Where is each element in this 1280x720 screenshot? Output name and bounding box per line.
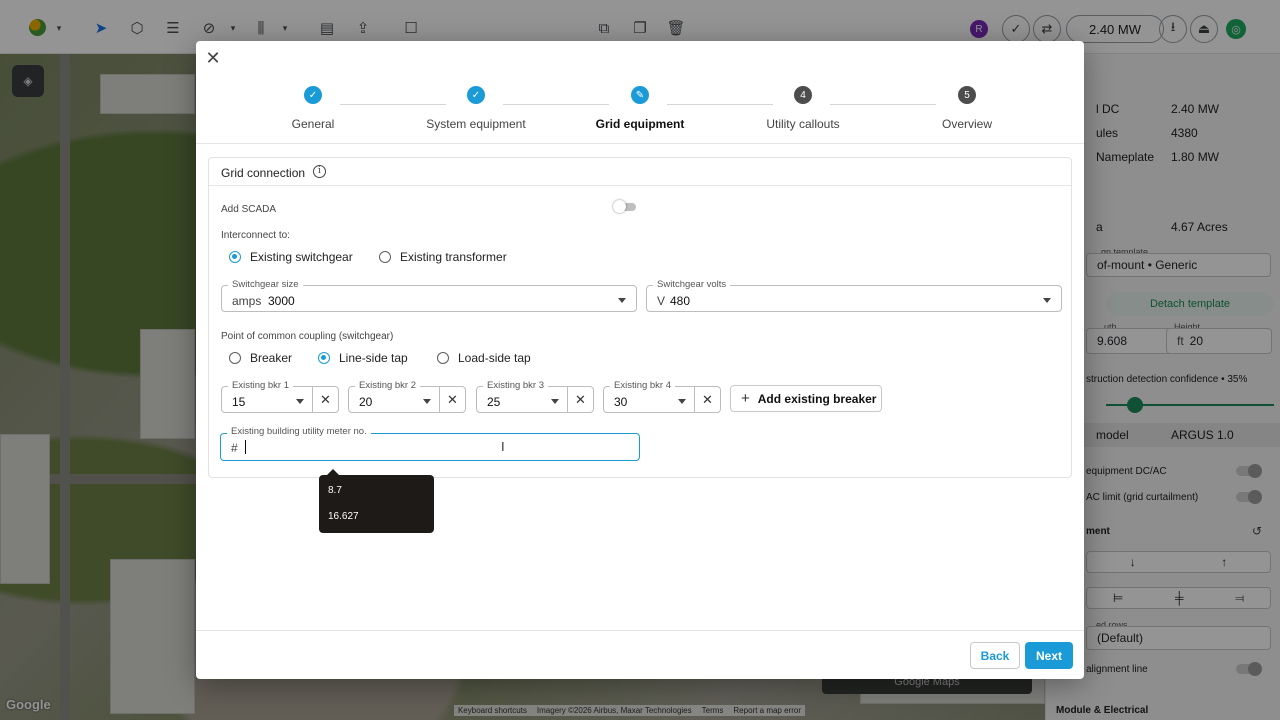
radio-breaker[interactable]: Breaker bbox=[229, 351, 292, 365]
radio-indicator bbox=[437, 352, 449, 364]
remove-breaker-3-icon[interactable]: ✕ bbox=[567, 387, 593, 412]
chevron-down-icon bbox=[1043, 298, 1051, 303]
suggestions-dropdown: 8.7 16.627 bbox=[319, 469, 434, 533]
text-cursor bbox=[245, 440, 246, 454]
card-header: Grid connection i bbox=[209, 158, 1071, 186]
interconnect-label: Interconnect to: bbox=[221, 230, 290, 241]
info-icon[interactable]: i bbox=[313, 165, 326, 178]
radio-existing-transformer[interactable]: Existing transformer bbox=[379, 250, 507, 264]
remove-breaker-4-icon[interactable]: ✕ bbox=[694, 387, 720, 412]
check-icon: ✓ bbox=[304, 86, 322, 104]
existing-breaker-2-select[interactable]: Existing bkr 2 20 ✕ bbox=[348, 380, 466, 413]
step-label: System equipment bbox=[426, 117, 526, 131]
chevron-down-icon bbox=[551, 399, 559, 404]
chevron-down-icon bbox=[618, 298, 626, 303]
radio-indicator bbox=[318, 352, 330, 364]
stepper-connector bbox=[667, 104, 773, 105]
step-number: 5 bbox=[958, 86, 976, 104]
existing-breaker-1-select[interactable]: Existing bkr 1 15 ✕ bbox=[221, 380, 339, 413]
step-number: 4 bbox=[794, 86, 812, 104]
divider bbox=[196, 143, 1084, 144]
stepper-connector bbox=[503, 104, 609, 105]
remove-breaker-1-icon[interactable]: ✕ bbox=[312, 387, 338, 412]
radio-existing-switchgear[interactable]: Existing switchgear bbox=[229, 250, 353, 264]
radio-indicator bbox=[379, 251, 391, 263]
stepper-connector bbox=[340, 104, 446, 105]
existing-breaker-3-select[interactable]: Existing bkr 3 25 ✕ bbox=[476, 380, 594, 413]
grid-equipment-modal: ✕ ✓ General ✓ System equipment ✎ Grid eq… bbox=[196, 41, 1084, 679]
radio-indicator bbox=[229, 352, 241, 364]
add-existing-breaker-button[interactable]: + Add existing breaker bbox=[730, 385, 882, 412]
close-icon[interactable]: ✕ bbox=[204, 49, 222, 67]
check-icon: ✓ bbox=[467, 86, 485, 104]
next-button[interactable]: Next bbox=[1025, 642, 1073, 669]
step-label: Overview bbox=[941, 117, 992, 131]
chevron-down-icon bbox=[423, 399, 431, 404]
radio-load-side-tap[interactable]: Load-side tap bbox=[437, 351, 531, 365]
back-button[interactable]: Back bbox=[970, 642, 1020, 669]
chevron-down-icon bbox=[678, 399, 686, 404]
plus-icon: + bbox=[741, 390, 750, 407]
existing-breaker-4-select[interactable]: Existing bkr 4 30 ✕ bbox=[603, 380, 721, 413]
divider bbox=[196, 630, 1084, 631]
suggestion-option[interactable]: 8.7 bbox=[328, 485, 342, 496]
radio-indicator bbox=[229, 251, 241, 263]
card-title: Grid connection bbox=[221, 166, 306, 180]
switchgear-volts-select[interactable]: Switchgear volts V 480 bbox=[646, 279, 1062, 312]
ibeam-cursor-icon: I bbox=[501, 439, 505, 454]
stepper-connector bbox=[830, 104, 936, 105]
step-label: General bbox=[291, 117, 335, 131]
radio-line-side-tap[interactable]: Line-side tap bbox=[318, 351, 408, 365]
add-scada-toggle[interactable] bbox=[613, 200, 636, 213]
remove-breaker-2-icon[interactable]: ✕ bbox=[439, 387, 465, 412]
pencil-icon: ✎ bbox=[631, 86, 649, 104]
switchgear-size-select[interactable]: Switchgear size amps 3000 bbox=[221, 279, 637, 312]
step-label: Grid equipment bbox=[595, 117, 685, 131]
chevron-down-icon bbox=[296, 399, 304, 404]
suggestion-option[interactable]: 16.627 bbox=[328, 511, 359, 522]
pcc-label: Point of common coupling (switchgear) bbox=[221, 331, 394, 342]
step-label: Utility callouts bbox=[766, 117, 840, 131]
utility-meter-input[interactable]: Existing building utility meter no. # I bbox=[220, 426, 640, 461]
add-scada-label: Add SCADA bbox=[221, 204, 277, 215]
